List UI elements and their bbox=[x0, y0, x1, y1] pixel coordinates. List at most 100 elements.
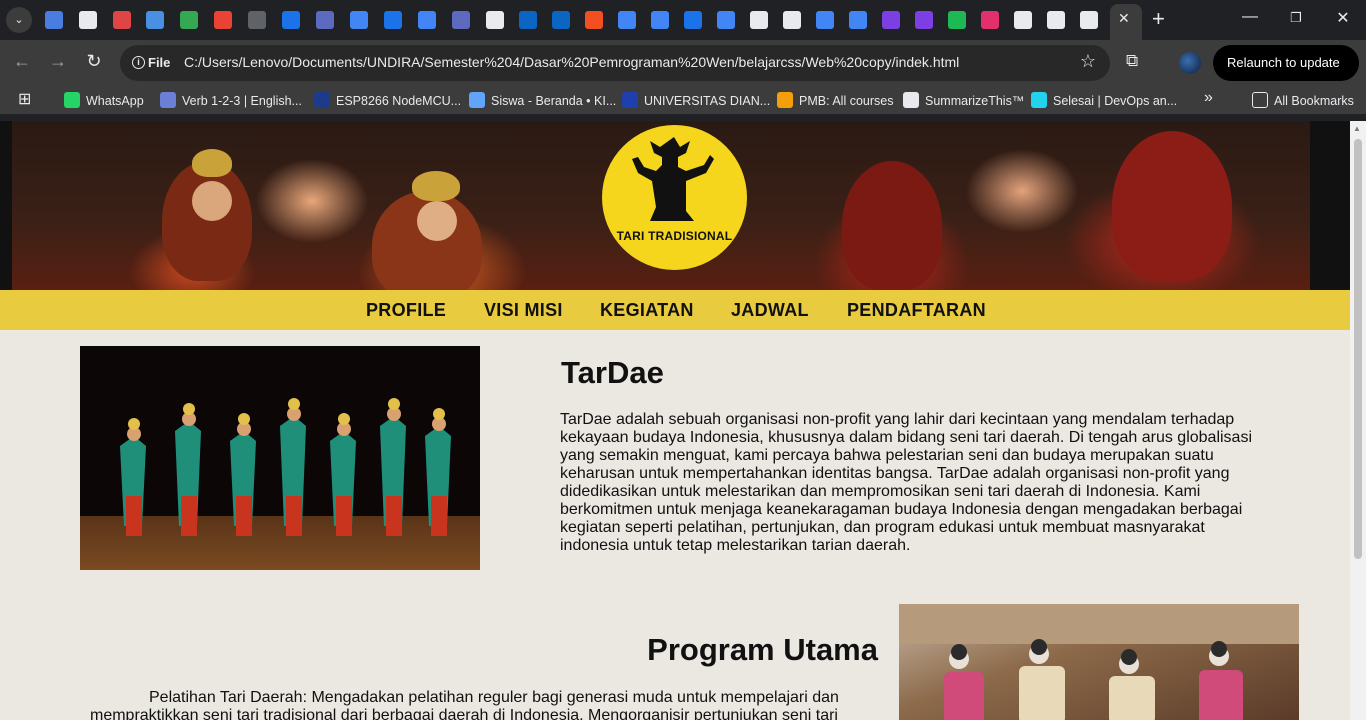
tab-favicon-icon[interactable] bbox=[113, 11, 131, 29]
tab-favicon-icon[interactable] bbox=[981, 11, 999, 29]
address-bar[interactable]: i File C:/Users/Lenovo/Documents/UNDIRA/… bbox=[120, 45, 1110, 81]
more-bookmarks-icon[interactable]: » bbox=[1204, 89, 1213, 107]
nav-kegiatan[interactable]: KEGIATAN bbox=[600, 300, 694, 321]
tab-favicon-icon[interactable] bbox=[384, 11, 402, 29]
bookmark-label: Verb 1-2-3 | English... bbox=[182, 94, 302, 108]
tab-favicon-icon[interactable] bbox=[79, 11, 97, 29]
bookmark-label: SummarizeThis™ bbox=[925, 94, 1025, 108]
bookmark-favicon-icon bbox=[903, 92, 919, 108]
scroll-up-icon[interactable]: ▲ bbox=[1353, 124, 1361, 133]
tab-favicon-icon[interactable] bbox=[519, 11, 537, 29]
tab-favicon-icon[interactable] bbox=[948, 11, 966, 29]
tab-favicon-icon[interactable] bbox=[717, 11, 735, 29]
tab-favicon-icon[interactable] bbox=[552, 11, 570, 29]
tari-tradisional-logo[interactable]: TARI TRADISIONAL bbox=[602, 125, 747, 270]
page-title: TarDae bbox=[561, 355, 664, 390]
tab-favicon-icon[interactable] bbox=[915, 11, 933, 29]
tab-favicon-icon[interactable] bbox=[146, 11, 164, 29]
bookmark-favicon-icon bbox=[777, 92, 793, 108]
tab-favicon-icon[interactable] bbox=[684, 11, 702, 29]
tab-favicon-icon[interactable] bbox=[316, 11, 334, 29]
nav-visi-misi[interactable]: VISI MISI bbox=[484, 300, 563, 321]
bookmark-favicon-icon bbox=[1031, 92, 1047, 108]
nav-profile[interactable]: PROFILE bbox=[366, 300, 446, 321]
bookmark-favicon-icon bbox=[64, 92, 80, 108]
relaunch-button[interactable]: Relaunch to update ⋮ bbox=[1213, 45, 1359, 106]
tab-favicon-icon[interactable] bbox=[452, 11, 470, 29]
tab-favicon-icon[interactable] bbox=[585, 11, 603, 29]
tab-favicon-icon[interactable] bbox=[418, 11, 436, 29]
browser-toolbar: ← → ↻ i File C:/Users/Lenovo/Documents/U… bbox=[0, 40, 1366, 106]
hero-banner: TARI TRADISIONAL bbox=[0, 121, 1350, 290]
dancer-silhouette-icon bbox=[632, 137, 714, 221]
tab-favicon-icon[interactable] bbox=[783, 11, 801, 29]
organization-description: TarDae adalah sebuah organisasi non-prof… bbox=[560, 411, 1253, 554]
page-scrollbar[interactable]: ▲ bbox=[1350, 121, 1366, 720]
window-close-icon[interactable]: ✕ bbox=[1331, 8, 1355, 28]
profile-avatar[interactable] bbox=[1179, 52, 1201, 74]
tab-strip: ⌄ ✕ + — ❐ ✕ bbox=[0, 0, 1366, 40]
bookmark-label: Siswa - Beranda • KI... bbox=[491, 94, 617, 108]
nav-pendaftaran[interactable]: PENDAFTARAN bbox=[847, 300, 986, 321]
bookmark-item[interactable]: SummarizeThis™ bbox=[903, 92, 1024, 108]
tab-favicon-icon[interactable] bbox=[816, 11, 834, 29]
bookmarks-bar: ⊞ WhatsApp Verb 1-2-3 | English... ESP8266… bbox=[0, 86, 1366, 114]
back-icon[interactable]: ← bbox=[10, 51, 34, 72]
bookmark-favicon-icon bbox=[314, 92, 330, 108]
bookmark-label: WhatsApp bbox=[86, 94, 144, 108]
bookmark-label: ESP8266 NodeMCU... bbox=[336, 94, 462, 108]
all-bookmarks-label: All Bookmarks bbox=[1274, 94, 1354, 108]
bookmark-label: PMB: All courses bbox=[799, 94, 894, 108]
folder-icon bbox=[1252, 92, 1268, 108]
tab-search-icon[interactable]: ⌄ bbox=[6, 7, 32, 33]
tab-favicon-icon[interactable] bbox=[350, 11, 368, 29]
tab-favicon-icon[interactable] bbox=[1080, 11, 1098, 29]
bookmark-favicon-icon bbox=[160, 92, 176, 108]
tab-favicon-icon[interactable] bbox=[1047, 11, 1065, 29]
bookmark-item[interactable]: PMB: All courses bbox=[777, 92, 893, 108]
tab-favicon-icon[interactable] bbox=[651, 11, 669, 29]
site-info-chip[interactable]: i File bbox=[126, 50, 180, 76]
tab-favicon-icon[interactable] bbox=[750, 11, 768, 29]
web-page: TARI TRADISIONAL PROFILE VISI MISI KEGIA… bbox=[0, 121, 1350, 720]
bookmark-star-icon[interactable]: ☆ bbox=[1080, 51, 1096, 72]
tab-favicon-icon[interactable] bbox=[1014, 11, 1032, 29]
bookmark-item[interactable]: Verb 1-2-3 | English... bbox=[160, 92, 302, 108]
bookmark-item[interactable]: WhatsApp bbox=[64, 92, 144, 108]
dance-group-photo bbox=[80, 346, 480, 570]
tab-favicon-icon[interactable] bbox=[248, 11, 266, 29]
tab-favicon-icon[interactable] bbox=[214, 11, 232, 29]
tab-favicon-icon[interactable] bbox=[618, 11, 636, 29]
main-nav: PROFILE VISI MISI KEGIATAN JADWAL PENDAF… bbox=[0, 290, 1350, 330]
tab-favicon-icon[interactable] bbox=[486, 11, 504, 29]
reload-icon[interactable]: ↻ bbox=[82, 51, 106, 72]
tab-favicon-icon[interactable] bbox=[282, 11, 300, 29]
bookmark-item[interactable]: ESP8266 NodeMCU... bbox=[314, 92, 461, 108]
all-bookmarks[interactable]: All Bookmarks bbox=[1252, 92, 1354, 108]
url-text[interactable]: C:/Users/Lenovo/Documents/UNDIRA/Semeste… bbox=[184, 54, 959, 70]
program-title: Program Utama bbox=[647, 632, 878, 667]
tab-favicon-icon[interactable] bbox=[882, 11, 900, 29]
tab-favicon-icon[interactable] bbox=[180, 11, 198, 29]
new-tab-icon[interactable]: + bbox=[1152, 6, 1165, 32]
info-icon: i bbox=[132, 56, 145, 69]
forward-icon[interactable]: → bbox=[46, 51, 70, 72]
bookmark-label: UNIVERSITAS DIAN... bbox=[644, 94, 771, 108]
close-icon[interactable]: ✕ bbox=[1118, 10, 1130, 27]
bookmark-item[interactable]: UNIVERSITAS DIAN... bbox=[622, 92, 770, 108]
extensions-icon[interactable]: ⧉ bbox=[1126, 51, 1138, 71]
scroll-thumb[interactable] bbox=[1354, 139, 1362, 559]
relaunch-label: Relaunch to update bbox=[1227, 55, 1340, 70]
apps-grid-icon[interactable]: ⊞ bbox=[18, 89, 31, 109]
bookmark-favicon-icon bbox=[469, 92, 485, 108]
tab-favicon-icon[interactable] bbox=[849, 11, 867, 29]
bookmark-item[interactable]: Siswa - Beranda • KI... bbox=[469, 92, 616, 108]
minimize-icon[interactable]: — bbox=[1238, 8, 1262, 26]
bookmark-item[interactable]: Selesai | DevOps an... bbox=[1031, 92, 1177, 108]
nav-jadwal[interactable]: JADWAL bbox=[731, 300, 809, 321]
dance-training-photo bbox=[899, 604, 1299, 720]
url-scheme-label: File bbox=[148, 55, 171, 70]
restore-icon[interactable]: ❐ bbox=[1284, 10, 1308, 26]
tab-favicon-icon[interactable] bbox=[45, 11, 63, 29]
bookmark-label: Selesai | DevOps an... bbox=[1053, 94, 1178, 108]
